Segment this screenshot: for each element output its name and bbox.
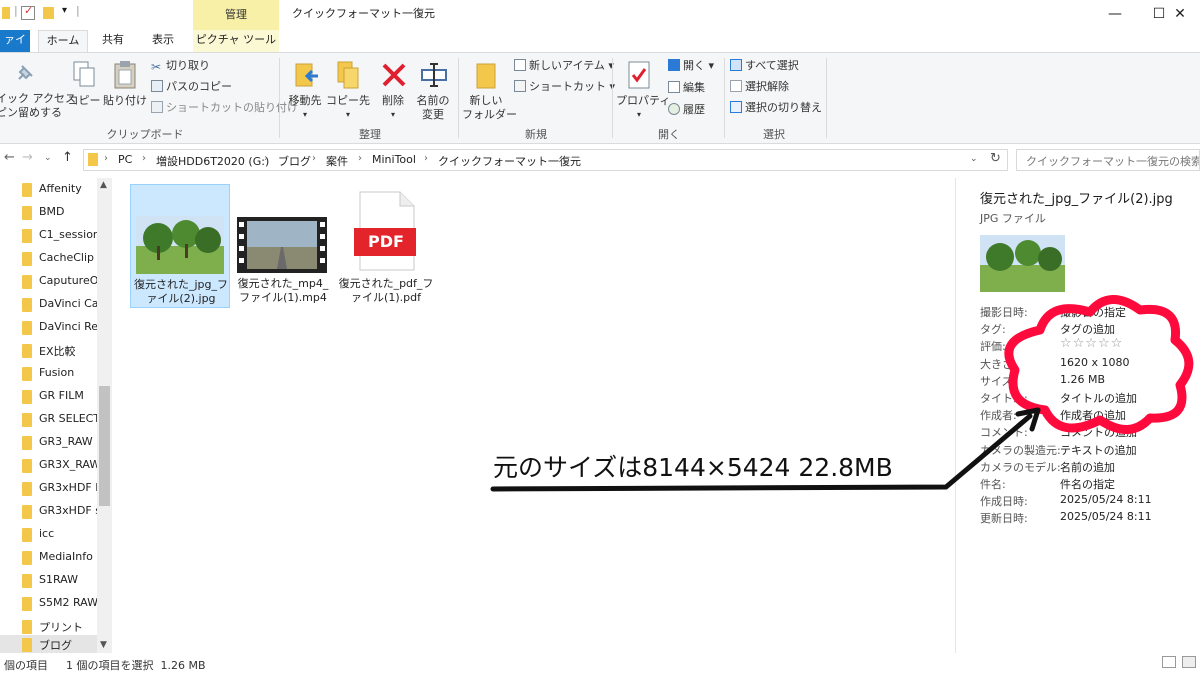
status-item-count: 個の項目 [4,659,48,672]
status-selection: 1 個の項目を選択 1.26 MB [66,659,206,672]
details-view-icon[interactable] [1162,656,1176,668]
annotation-overlay [490,295,1194,492]
large-icons-view-icon[interactable] [1182,656,1196,668]
annotation-caption: 元のサイズは8144×5424 22.8MB [493,453,893,482]
